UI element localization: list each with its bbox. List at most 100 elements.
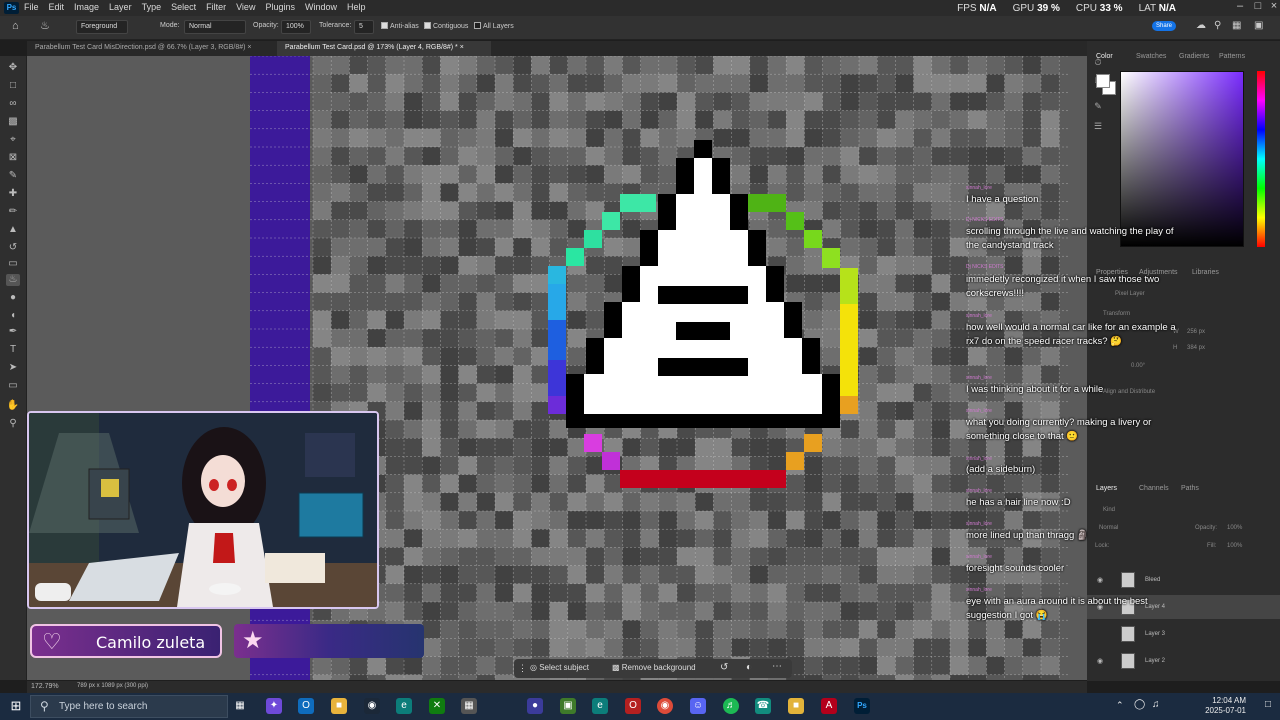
- object-select-tool-icon[interactable]: ▩: [6, 116, 20, 128]
- whatsapp-icon[interactable]: ☎: [755, 698, 771, 714]
- paint-bucket-tool-icon[interactable]: ♨: [40, 19, 50, 32]
- adobe-cc-icon[interactable]: A: [821, 698, 837, 714]
- adjust-icon[interactable]: ☰: [1091, 121, 1105, 133]
- tolerance-input[interactable]: 5: [354, 20, 374, 34]
- tab-patterns[interactable]: Patterns: [1219, 53, 1245, 60]
- opacity-input[interactable]: 100%: [281, 20, 311, 34]
- zoom-tool-icon[interactable]: ⚲: [6, 418, 20, 430]
- history-brush-icon[interactable]: ↺: [6, 242, 20, 254]
- home-icon[interactable]: ⌂: [12, 20, 19, 32]
- layer-opacity-input[interactable]: 100%: [1227, 525, 1242, 531]
- spotify-icon[interactable]: ♬: [723, 698, 739, 714]
- tab-gradients[interactable]: Gradients: [1179, 53, 1209, 60]
- menu-help[interactable]: Help: [347, 2, 366, 12]
- obs-icon[interactable]: ●: [527, 698, 543, 714]
- discord-icon[interactable]: ☺: [690, 698, 706, 714]
- system-clock[interactable]: 12:04 AM 2025-07-01: [1205, 696, 1246, 716]
- share-button[interactable]: Share: [1152, 21, 1176, 31]
- workspace-icon[interactable]: ▦: [1232, 20, 1241, 31]
- menu-edit[interactable]: Edit: [49, 2, 65, 12]
- menu-filter[interactable]: Filter: [206, 2, 226, 12]
- antialias-checkbox[interactable]: Anti-alias: [381, 22, 419, 30]
- tab-libraries[interactable]: Libraries: [1192, 269, 1219, 276]
- close-icon[interactable]: ×: [247, 44, 251, 51]
- pen-tool-icon[interactable]: ✒: [6, 326, 20, 338]
- minecraft-icon[interactable]: ▣: [560, 698, 576, 714]
- search-icon[interactable]: ⚲: [1214, 20, 1221, 31]
- healing-tool-icon[interactable]: ✚: [6, 188, 20, 200]
- hue-slider[interactable]: [1257, 71, 1265, 247]
- task-view-icon[interactable]: ▦: [232, 698, 248, 714]
- contiguous-checkbox[interactable]: Contiguous: [424, 22, 468, 30]
- menu-select[interactable]: Select: [171, 2, 196, 12]
- layer-row[interactable]: ◉ Layer 2: [1087, 649, 1280, 673]
- close-icon[interactable]: ×: [1264, 0, 1280, 16]
- xbox-icon[interactable]: ✕: [429, 698, 445, 714]
- outlook-icon[interactable]: O: [298, 698, 314, 714]
- stamp-tool-icon[interactable]: ▲: [6, 224, 20, 236]
- copilot-icon[interactable]: ✦: [266, 698, 282, 714]
- more-options-icon[interactable]: ⋯: [772, 661, 782, 672]
- menu-window[interactable]: Window: [305, 2, 337, 12]
- menu-layer[interactable]: Layer: [109, 2, 132, 12]
- menu-image[interactable]: Image: [74, 2, 99, 12]
- folder-icon[interactable]: ■: [788, 698, 804, 714]
- layer-row[interactable]: Layer 3: [1087, 622, 1280, 646]
- height-input[interactable]: 384 px: [1187, 345, 1205, 351]
- file-explorer-icon[interactable]: ■: [331, 698, 347, 714]
- edge-icon[interactable]: e: [396, 698, 412, 714]
- rectangle-tool-icon[interactable]: ▭: [6, 380, 20, 392]
- notification-icon[interactable]: □: [1265, 699, 1271, 710]
- type-tool-icon[interactable]: T: [6, 344, 20, 356]
- transform-icon[interactable]: ↺: [720, 662, 728, 673]
- tab-swatches[interactable]: Swatches: [1136, 53, 1166, 60]
- crop-tool-icon[interactable]: ⌖: [6, 134, 20, 146]
- network-icon[interactable]: ◯: [1134, 699, 1145, 710]
- select-subject-button[interactable]: ◎ Select subject: [530, 663, 589, 672]
- mask-icon[interactable]: ◐: [746, 662, 752, 673]
- remove-background-button[interactable]: ▩ Remove background: [612, 663, 696, 672]
- blur-tool-icon[interactable]: ●: [6, 292, 20, 304]
- opera-icon[interactable]: O: [625, 698, 641, 714]
- tab-test-card[interactable]: Parabellum Test Card.psd @ 173% (Layer 4…: [277, 41, 491, 56]
- cloud-icon[interactable]: ☁: [1196, 20, 1206, 31]
- dodge-tool-icon[interactable]: ◖: [6, 310, 20, 322]
- brush-tool-icon[interactable]: ✏: [6, 206, 20, 218]
- tray-overflow-icon[interactable]: ⌃: [1116, 700, 1124, 711]
- eraser-tool-icon[interactable]: ▭: [6, 258, 20, 270]
- fill-source-select[interactable]: Foreground: [76, 20, 128, 34]
- menu-file[interactable]: File: [24, 2, 39, 12]
- steam-icon[interactable]: ◉: [364, 698, 380, 714]
- path-select-tool-icon[interactable]: ➤: [6, 362, 20, 374]
- eye-icon[interactable]: ◉: [1097, 657, 1103, 665]
- width-input[interactable]: 256 px: [1187, 329, 1205, 335]
- calculator-icon[interactable]: ▦: [461, 698, 477, 714]
- eyedropper-tool-icon[interactable]: ✎: [6, 170, 20, 182]
- paint-bucket-tool-icon[interactable]: ♨: [6, 274, 20, 286]
- tab-color[interactable]: Color: [1096, 53, 1113, 60]
- frame-tool-icon[interactable]: ⊠: [6, 152, 20, 164]
- taskbar-search-input[interactable]: ⚲ Type here to search: [30, 695, 228, 718]
- move-tool-icon[interactable]: ✥: [6, 62, 20, 74]
- photoshop-taskbar-icon[interactable]: Ps: [854, 698, 870, 714]
- marquee-tool-icon[interactable]: □: [6, 80, 20, 92]
- close-icon[interactable]: ×: [460, 44, 464, 51]
- lasso-tool-icon[interactable]: ∞: [6, 98, 20, 110]
- drag-handle-icon[interactable]: ⋮: [518, 663, 527, 674]
- tab-misdirection[interactable]: Parabellum Test Card MisDirection.psd @ …: [27, 41, 275, 56]
- photoshop-logo-icon[interactable]: Ps: [4, 2, 19, 14]
- menu-plugins[interactable]: Plugins: [265, 2, 295, 12]
- all-layers-checkbox[interactable]: All Layers: [474, 22, 514, 30]
- menu-type[interactable]: Type: [142, 2, 162, 12]
- chrome-icon[interactable]: ◉: [657, 698, 673, 714]
- fill-input[interactable]: 100%: [1227, 543, 1242, 549]
- zoom-level[interactable]: 172.79%: [31, 683, 59, 690]
- minimize-icon[interactable]: –: [1230, 0, 1250, 16]
- arrange-icon[interactable]: ▣: [1254, 20, 1263, 31]
- volume-icon[interactable]: ♫: [1152, 699, 1160, 710]
- mode-select[interactable]: Normal: [184, 20, 246, 34]
- windows-start-icon[interactable]: ⊞: [8, 698, 24, 714]
- hand-tool-icon[interactable]: ✋: [6, 400, 20, 412]
- menu-view[interactable]: View: [236, 2, 255, 12]
- edge-dev-icon[interactable]: e: [592, 698, 608, 714]
